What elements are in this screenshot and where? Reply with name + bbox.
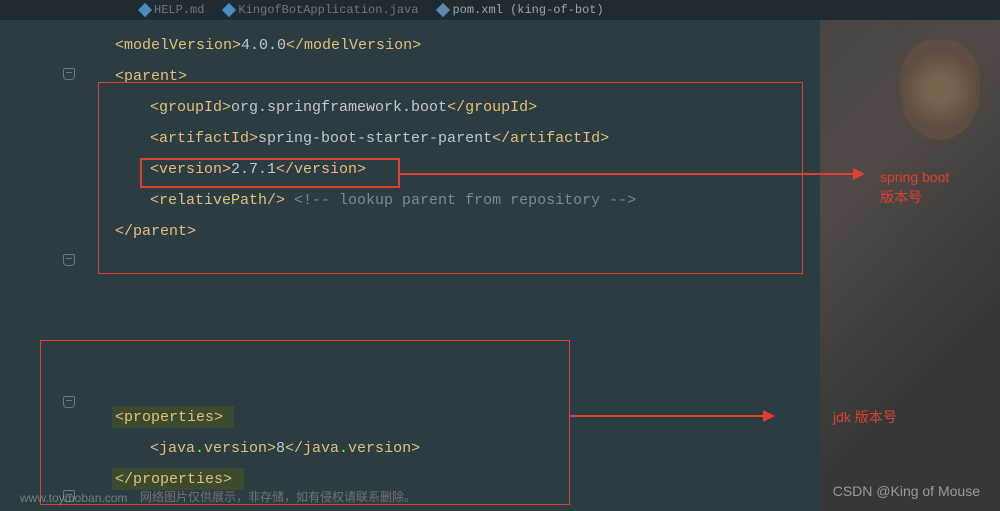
code-line-empty <box>0 247 1000 278</box>
fold-marker-icon[interactable] <box>63 68 75 80</box>
editor-gutter <box>55 0 85 511</box>
tab-pom[interactable]: pom.xml (king-of-bot) <box>438 3 603 17</box>
tab-label: HELP.md <box>154 3 204 17</box>
xml-tag: <properties> <box>115 409 223 426</box>
annotation-spring-label: spring boot 版本号 <box>880 168 955 207</box>
code-line: <parent> <box>0 61 1000 92</box>
tab-java[interactable]: KingofBotApplication.java <box>224 3 418 17</box>
file-icon <box>222 3 236 17</box>
fold-marker-icon[interactable] <box>63 396 75 408</box>
arrow-head-icon <box>853 168 865 180</box>
tab-help[interactable]: HELP.md <box>140 3 204 17</box>
file-icon <box>138 3 152 17</box>
xml-tag: <java.version> <box>150 440 276 457</box>
xml-text: 2.7.1 <box>231 161 276 178</box>
xml-tag: </modelVersion> <box>286 37 421 54</box>
code-line: <groupId>org.springframework.boot</group… <box>0 92 1000 123</box>
editor-tab-bar: HELP.md KingofBotApplication.java pom.xm… <box>0 0 1000 20</box>
code-line-empty <box>0 309 1000 340</box>
arrow-head-icon <box>763 410 775 422</box>
xml-text: org.springframework.boot <box>231 99 447 116</box>
annotation-arrow <box>400 173 855 175</box>
annotation-jdk-label: jdk 版本号 <box>833 408 923 428</box>
code-line: <artifactId>spring-boot-starter-parent</… <box>0 123 1000 154</box>
xml-tag: </version> <box>276 161 366 178</box>
tab-label: pom.xml (king-of-bot) <box>452 3 603 17</box>
xml-tag: </groupId> <box>447 99 537 116</box>
fold-marker-icon[interactable] <box>63 254 75 266</box>
code-line: </parent> <box>0 216 1000 247</box>
annotation-arrow <box>570 415 765 417</box>
file-icon <box>436 3 450 17</box>
tab-label: KingofBotApplication.java <box>238 3 418 17</box>
code-line-empty <box>0 371 1000 402</box>
code-line-empty <box>0 278 1000 309</box>
xml-comment: <!-- lookup parent from repository --> <box>285 192 636 209</box>
xml-tag: </java.version> <box>285 440 420 457</box>
xml-tag: <version> <box>150 161 231 178</box>
watermark-author: CSDN @King of Mouse <box>833 483 980 499</box>
xml-text: 8 <box>276 440 285 457</box>
xml-tag: </artifactId> <box>492 130 609 147</box>
xml-tag: <relativePath/> <box>150 192 285 209</box>
code-line-empty <box>0 340 1000 371</box>
xml-text: spring-boot-starter-parent <box>258 130 492 147</box>
code-line: <relativePath/> <!-- lookup parent from … <box>0 185 1000 216</box>
xml-tag: </parent> <box>115 223 196 240</box>
code-line: <java.version>8</java.version> <box>0 433 1000 464</box>
xml-tag: <parent> <box>115 68 187 85</box>
code-line: <modelVersion>4.0.0</modelVersion> <box>0 30 1000 61</box>
xml-text: 4.0.0 <box>241 37 286 54</box>
xml-tag: <groupId> <box>150 99 231 116</box>
xml-tag: </properties> <box>115 471 232 488</box>
watermark-disclaimer: 网络图片仅供展示，非存储，如有侵权请联系删除。 <box>140 488 416 505</box>
code-line: <version>2.7.1</version> <box>0 154 1000 185</box>
watermark-domain: www.toymoban.com <box>20 491 127 505</box>
xml-tag: <modelVersion> <box>115 37 241 54</box>
xml-tag: <artifactId> <box>150 130 258 147</box>
